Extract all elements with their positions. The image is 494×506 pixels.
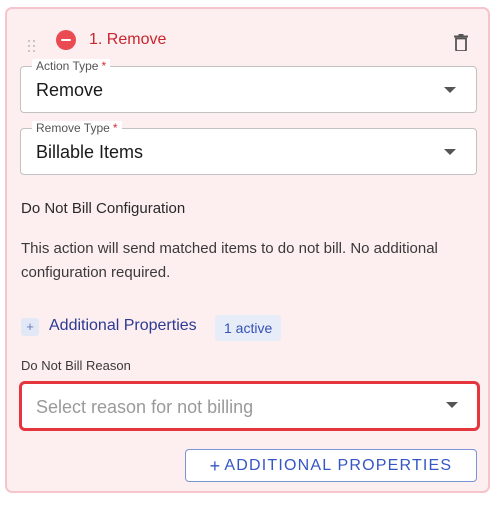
active-count-badge: 1 active bbox=[215, 315, 282, 341]
reason-label: Do Not Bill Reason bbox=[21, 358, 131, 373]
remove-circle-icon bbox=[56, 30, 76, 50]
drag-handle-icon[interactable] bbox=[27, 39, 37, 57]
remove-type-value: Billable Items bbox=[36, 142, 144, 162]
reason-select[interactable]: Select reason for not billing bbox=[19, 381, 480, 431]
do-not-bill-heading: Do Not Bill Configuration bbox=[21, 200, 186, 217]
trash-icon[interactable] bbox=[454, 34, 468, 51]
action-type-label: Action Type * bbox=[32, 59, 111, 73]
chevron-down-icon bbox=[446, 402, 458, 408]
remove-type-label: Remove Type * bbox=[32, 121, 122, 135]
add-additional-properties-button[interactable]: + ADDITIONAL PROPERTIES bbox=[185, 449, 477, 482]
add-button-label: ADDITIONAL PROPERTIES bbox=[224, 456, 453, 474]
action-card: 1. Remove Action Type * Remove Remove Typ… bbox=[5, 7, 490, 493]
action-type-select[interactable]: Action Type * Remove bbox=[20, 59, 477, 113]
expand-icon[interactable]: + bbox=[21, 318, 39, 336]
reason-placeholder: Select reason for not billing bbox=[36, 397, 254, 417]
action-type-value: Remove bbox=[36, 80, 104, 100]
card-title: 1. Remove bbox=[89, 31, 167, 48]
remove-type-select[interactable]: Remove Type * Billable Items bbox=[20, 121, 477, 175]
additional-properties-toggle[interactable]: Additional Properties bbox=[49, 316, 197, 336]
chevron-down-icon bbox=[444, 87, 456, 93]
plus-icon: + bbox=[209, 455, 222, 476]
chevron-down-icon bbox=[444, 149, 456, 155]
do-not-bill-info: This action will send matched items to d… bbox=[21, 240, 438, 281]
